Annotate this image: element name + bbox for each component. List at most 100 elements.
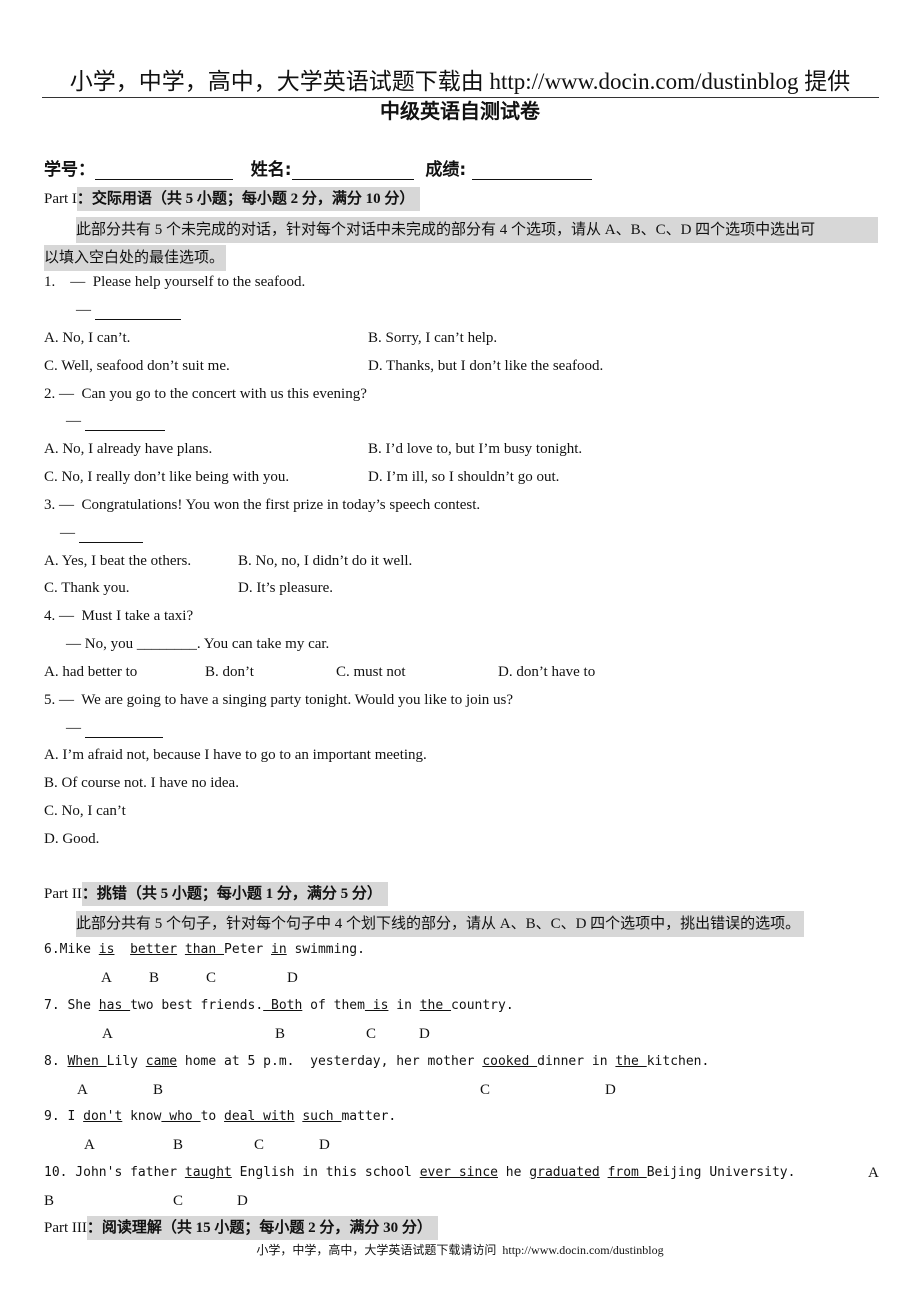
- underlined-option: don't: [83, 1109, 123, 1124]
- part2-title: Part II：挑错（共 5 小题；每小题 1 分，满分 5 分）: [44, 882, 388, 906]
- q8-letter-a: A: [77, 1082, 88, 1098]
- q8-letter-b: B: [153, 1082, 164, 1098]
- dash: —: [66, 720, 81, 736]
- underlined-option: in: [271, 942, 287, 957]
- q6-letter-b: B: [149, 970, 160, 986]
- q4-option-c: C. must not: [336, 664, 406, 680]
- underlined-option: such: [302, 1109, 342, 1124]
- name-blank: [291, 163, 414, 180]
- underlined-option: taught: [184, 1165, 232, 1180]
- sentence-text: English in this school: [231, 1165, 420, 1180]
- q8-letter-c: C: [480, 1082, 491, 1098]
- q6-letter-a: A: [101, 970, 112, 986]
- q8-letter-d: D: [605, 1082, 616, 1098]
- part-label: Part III: [44, 1220, 87, 1236]
- dash: —: [66, 413, 81, 429]
- id-blank: [95, 163, 233, 180]
- q5-option-c: C. No, I can’t: [44, 803, 126, 819]
- id-label: 学号：: [44, 160, 95, 180]
- q3-reply: —: [60, 523, 143, 543]
- q5-option-d: D. Good.: [44, 831, 100, 847]
- sentence-text: 10. John's father: [44, 1165, 185, 1180]
- sentence-text: [600, 1165, 608, 1180]
- sentence-text: two best friends.: [130, 998, 264, 1013]
- q2-reply: —: [66, 411, 165, 431]
- sentence-text: of them: [302, 998, 365, 1013]
- underlined-option: the: [419, 998, 452, 1013]
- q4-option-a: A. had better to: [44, 664, 138, 680]
- q3-option-a: A. Yes, I beat the others.: [44, 553, 192, 569]
- underlined-option: has: [98, 998, 131, 1013]
- part1-instructions-1: 此部分共有 5 个未完成的对话，针对每个对话中未完成的部分有 4 个选项，请从 …: [76, 217, 878, 243]
- q5-option-b: B. Of course not. I have no idea.: [44, 775, 239, 791]
- part-heading: ：交际用语（共 5 小题；每小题 2 分，满分 10 分）: [76, 187, 421, 211]
- sentence-text: country.: [451, 998, 514, 1013]
- underlined-option: better: [130, 942, 178, 957]
- underlined-option: graduated: [529, 1165, 600, 1180]
- sentence-text: 8.: [44, 1054, 68, 1069]
- page-title: 中级英语自测试卷: [380, 99, 540, 123]
- name-label: 姓名:: [250, 160, 292, 180]
- sentence-text: swimming.: [286, 942, 365, 957]
- sentence-10: 10. John's father taught English in this…: [44, 1163, 795, 1183]
- q2-option-a: A. No, I already have plans.: [44, 441, 213, 457]
- sentence-7: 7. She has two best friends. Both of the…: [44, 996, 514, 1016]
- q4-reply: — No, you ________. You can take my car.: [66, 636, 330, 652]
- underlined-option: who: [161, 1109, 201, 1124]
- part1-instructions-2: 以填入空白处的最佳选项。: [44, 245, 227, 271]
- sentence-text: know: [122, 1109, 162, 1124]
- sentence-text: in: [388, 998, 420, 1013]
- q2-option-d: D. I’m ill, so I shouldn’t go out.: [368, 469, 560, 485]
- document-page: 小学，中学，高中，大学英语试题下载由 http://www.docin.com/…: [0, 0, 920, 1302]
- q4-option-d: D. don’t have to: [498, 664, 596, 680]
- q3-option-b: B. No, no, I didn’t do it well.: [238, 553, 413, 569]
- answer-blank: [84, 721, 163, 738]
- q2-option-b: B. I’d love to, but I’m busy tonight.: [368, 441, 583, 457]
- part-heading: ：阅读理解（共 15 小题；每小题 2 分，满分 30 分）: [86, 1216, 438, 1240]
- q1-option-a: A. No, I can’t.: [44, 330, 131, 346]
- q2-option-c: C. No, I really don’t like being with yo…: [44, 469, 290, 485]
- q3-option-c: C. Thank you.: [44, 580, 130, 596]
- dash: —: [76, 302, 91, 318]
- sentence-text: Peter: [224, 942, 272, 957]
- q9-letter-a: A: [84, 1137, 95, 1153]
- q9-letter-b: B: [173, 1137, 184, 1153]
- sentence-text: Beijing University.: [646, 1165, 796, 1180]
- q3-prompt: 3. — Congratulations! You won the first …: [44, 497, 481, 513]
- sentence-text: [114, 942, 130, 957]
- q10-letter-b: B: [44, 1193, 55, 1209]
- underlined-option: cooked: [482, 1054, 538, 1069]
- header-banner: 小学，中学，高中，大学英语试题下载由 http://www.docin.com/…: [69, 69, 851, 94]
- q7-letter-d: D: [419, 1026, 430, 1042]
- underlined-option: ever since: [419, 1165, 498, 1180]
- q7-letter-a: A: [102, 1026, 113, 1042]
- q1-option-c: C. Well, seafood don’t suit me.: [44, 358, 230, 374]
- sentence-text: 7. She: [44, 998, 99, 1013]
- student-info: 学号： 姓名: 成绩:: [44, 160, 593, 180]
- sentence-text: dinner in: [537, 1054, 616, 1069]
- sentence-text: to: [200, 1109, 225, 1124]
- underlined-option: deal with: [224, 1109, 295, 1124]
- q9-letter-c: C: [254, 1137, 265, 1153]
- q1-reply: —: [76, 300, 181, 320]
- sentence-9: 9. I don't know who to deal with such ma…: [44, 1107, 396, 1127]
- underlined-option: is: [98, 942, 115, 957]
- q3-option-d: D. It’s pleasure.: [238, 580, 333, 596]
- page-footer: 小学，中学，高中，大学英语试题下载请访问 http://www.docin.co…: [256, 1243, 664, 1257]
- underlined-option: came: [145, 1054, 178, 1069]
- underlined-option: from: [607, 1165, 647, 1180]
- sentence-text: he: [497, 1165, 530, 1180]
- part-heading: ：挑错（共 5 小题；每小题 1 分，满分 5 分）: [81, 882, 388, 906]
- score-blank: [472, 163, 593, 180]
- q6-letter-d: D: [287, 970, 298, 986]
- q1-option-b: B. Sorry, I can’t help.: [368, 330, 498, 346]
- q9-letter-d: D: [319, 1137, 330, 1153]
- header-rule: [42, 97, 879, 98]
- q5-option-a: A. I’m afraid not, because I have to go …: [44, 747, 427, 763]
- underlined-option: is: [364, 998, 389, 1013]
- sentence-text: Lily: [106, 1054, 146, 1069]
- q1-prompt: 1. — Please help yourself to the seafood…: [44, 274, 306, 290]
- part-label: Part I: [44, 191, 77, 207]
- q5-prompt: 5. — We are going to have a singing part…: [44, 692, 514, 708]
- q4-prompt: 4. — Must I take a taxi?: [44, 608, 194, 624]
